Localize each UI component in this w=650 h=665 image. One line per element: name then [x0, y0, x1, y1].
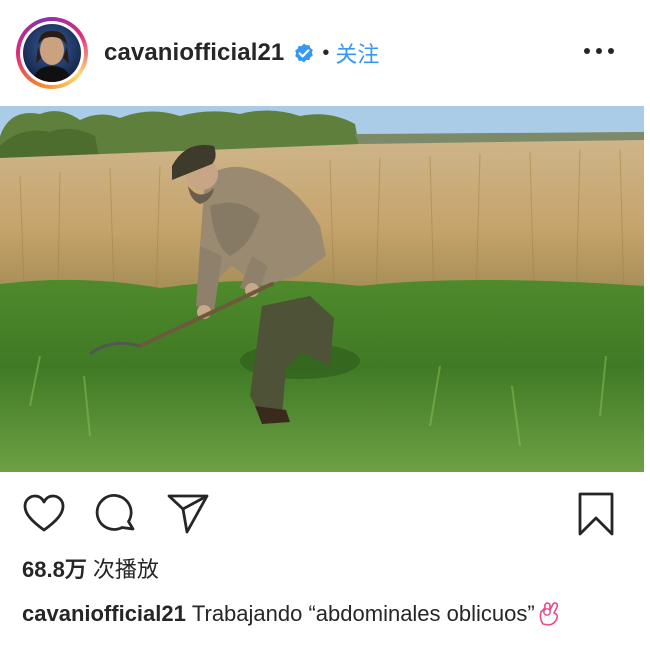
avatar-story-ring[interactable] [16, 17, 88, 89]
view-count: 68.8万 次播放 [22, 552, 159, 584]
post-header: cavaniofficial21 • 关注 [0, 0, 650, 106]
caption-text: Trabajando “abdominales oblicuos” [191, 601, 535, 626]
comment-icon[interactable] [92, 490, 140, 538]
bookmark-icon[interactable] [572, 490, 620, 538]
separator-dot: • [322, 41, 330, 64]
post-username[interactable]: cavaniofficial21 [104, 39, 284, 67]
post-video[interactable] [0, 106, 644, 472]
ok-hand-emoji-icon [537, 600, 561, 626]
verified-badge-icon [292, 41, 316, 65]
view-count-unit: 次播放 [92, 557, 159, 582]
heart-icon[interactable] [20, 490, 68, 538]
follow-button[interactable]: 关注 [335, 37, 379, 69]
view-count-number: 68.8万 [22, 557, 87, 582]
avatar[interactable] [23, 24, 81, 82]
caption-username[interactable]: cavaniofficial21 [22, 601, 186, 626]
share-icon[interactable] [164, 490, 212, 538]
more-options-icon[interactable] [584, 41, 614, 61]
post-caption: cavaniofficial21 Trabajando “abdominales … [22, 598, 622, 629]
action-bar [0, 490, 650, 546]
